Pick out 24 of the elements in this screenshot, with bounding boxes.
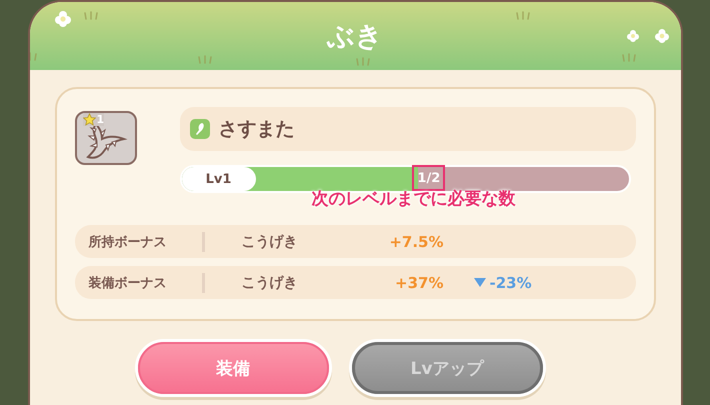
flower-icon (654, 29, 668, 43)
grass-icon (196, 55, 212, 65)
progress-count: 1/2 (412, 165, 446, 191)
grass-icon (82, 11, 98, 21)
level-label: Lv1 (182, 167, 256, 191)
stat-name: こうげき (242, 274, 298, 292)
annotation-text: 次のレベルまでに必要な数 (312, 188, 516, 210)
grass-icon (514, 11, 530, 21)
bonus-label: 所持ボーナス (88, 232, 204, 252)
bonus-value: +7.5% (388, 232, 444, 251)
grass-icon (620, 53, 636, 63)
action-button[interactable]: 装備 (134, 339, 332, 397)
feather-icon (190, 119, 210, 139)
stat-name: こうげき (242, 232, 298, 251)
star-icon (82, 113, 96, 126)
rarity-count: 1 (96, 113, 104, 126)
dialog-title: ぶき (327, 20, 383, 54)
bonus-value: +37% (394, 274, 444, 292)
change-value: -23% (490, 274, 532, 292)
grass-icon (354, 57, 370, 67)
bonus-label: 装備ボーナス (88, 272, 204, 293)
flower-icon (626, 30, 638, 42)
item-name: さすまた (218, 117, 294, 142)
flower-icon (54, 11, 70, 27)
